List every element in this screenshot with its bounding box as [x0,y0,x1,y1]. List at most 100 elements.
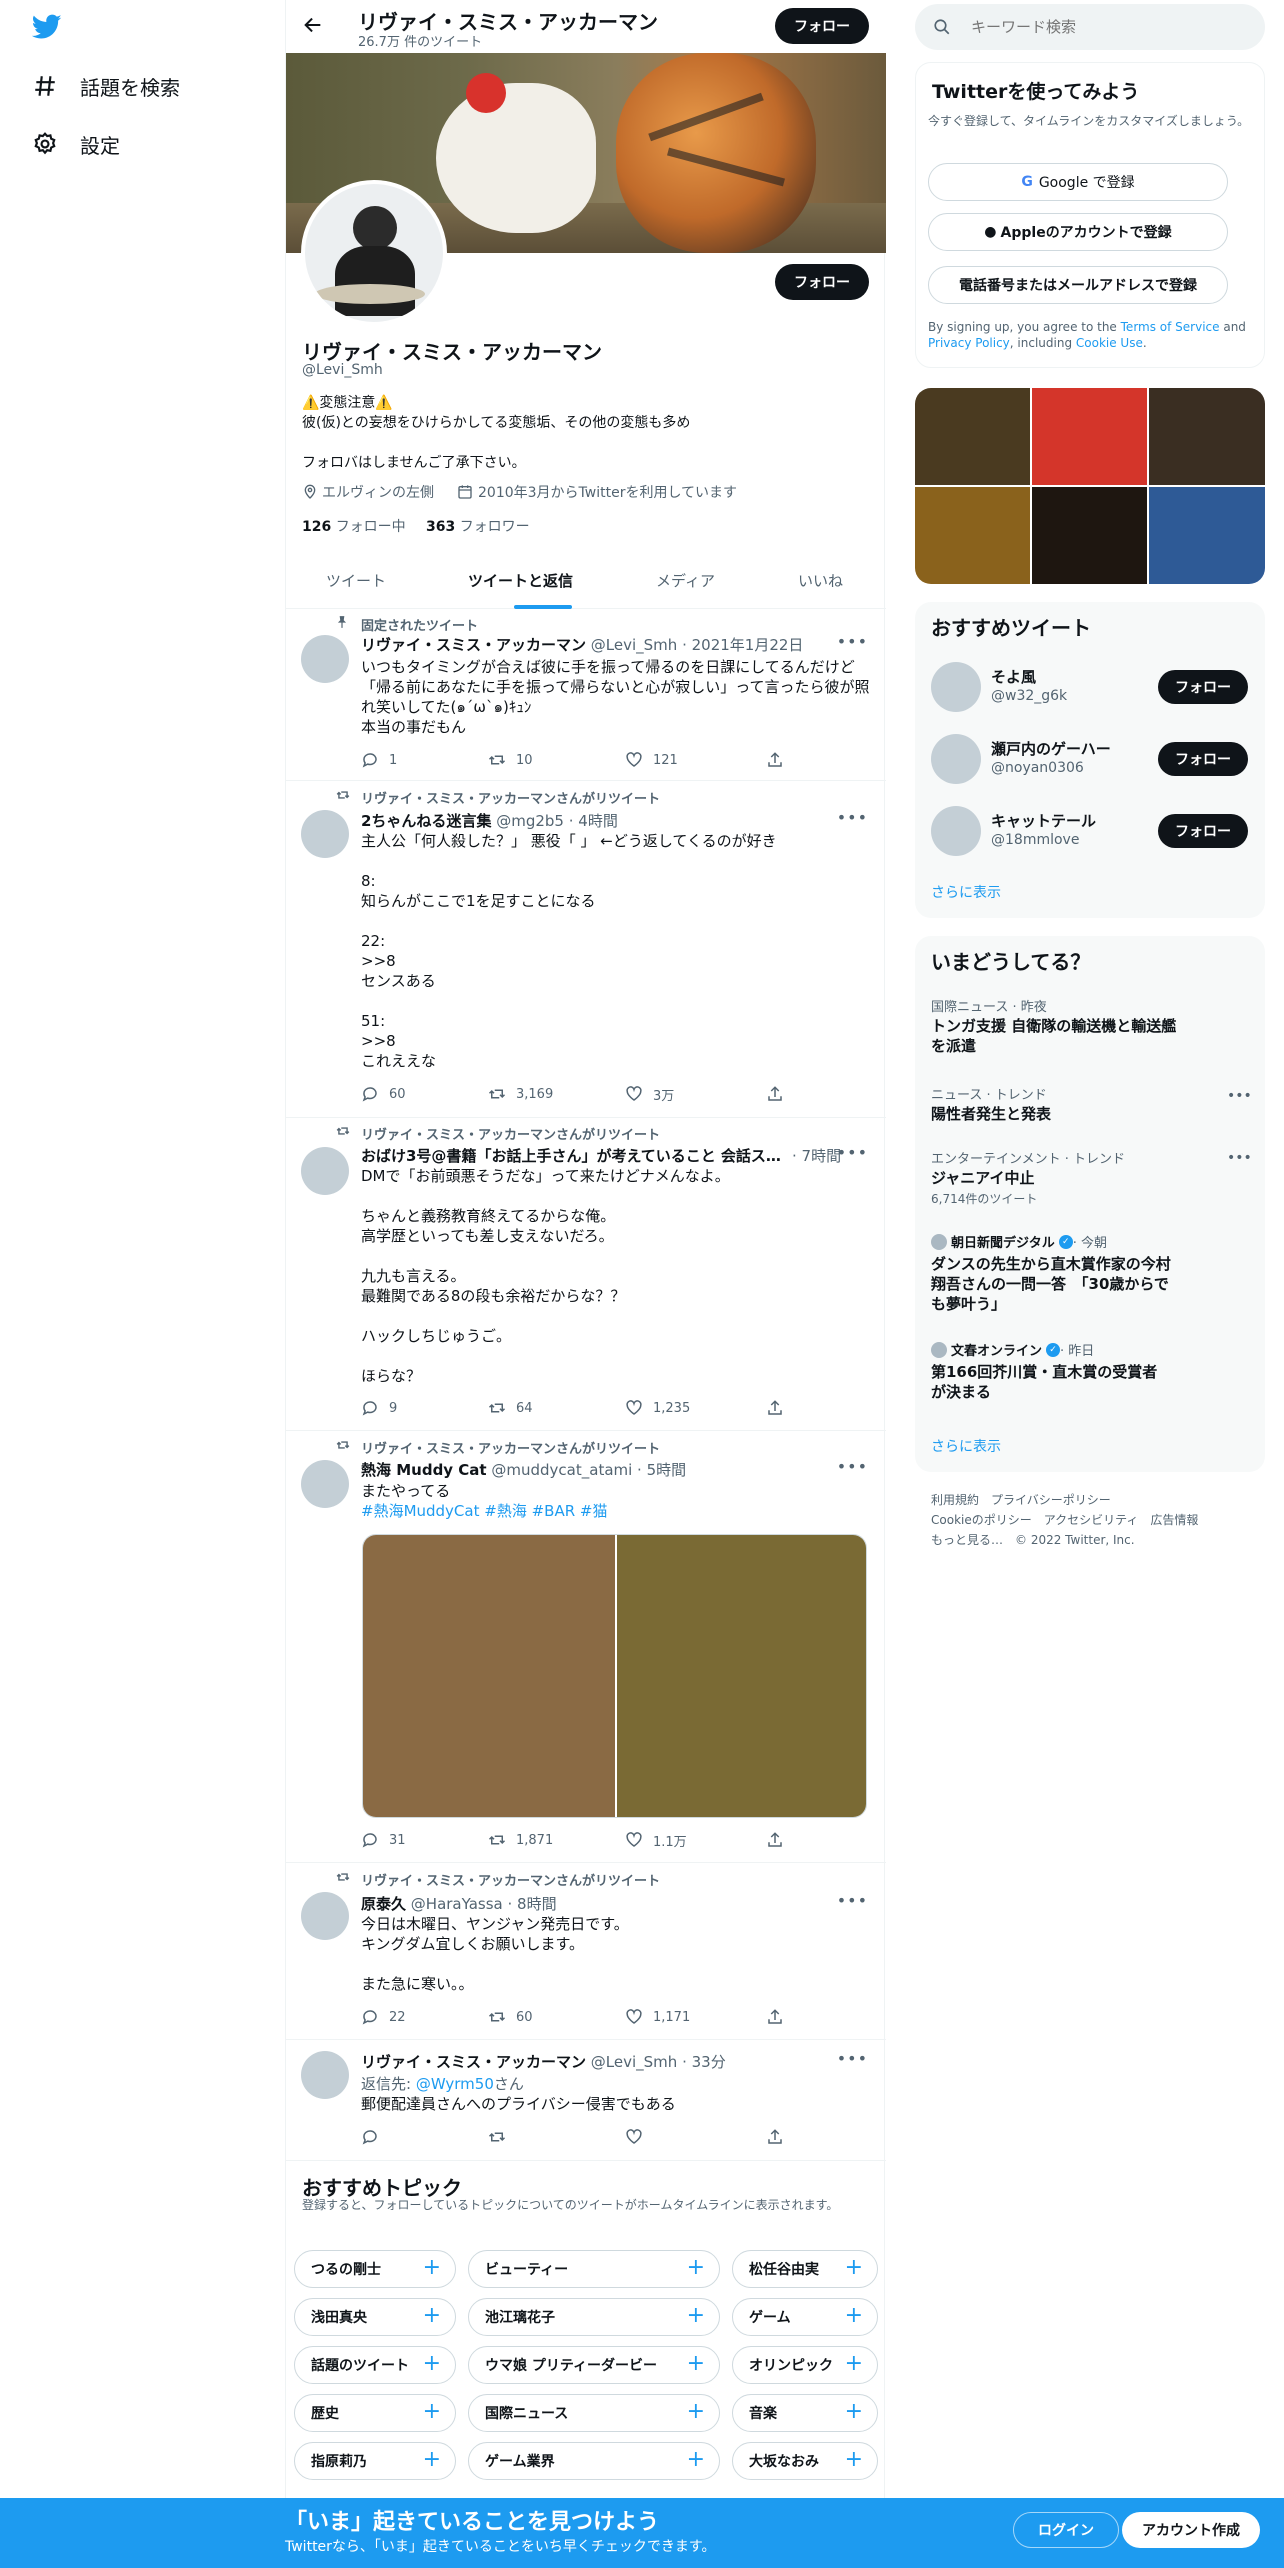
topic-chip[interactable]: 松任谷由実 + [732,2250,878,2288]
more-options-icon[interactable]: ••• [837,808,868,827]
nav-settings[interactable]: 設定 [32,124,120,164]
google-signup-button[interactable]: G Google で登録 [928,163,1228,201]
tweet-meta[interactable]: @Levi_Smh · 33分 [591,2053,726,2071]
topic-chip[interactable]: 指原莉乃 + [294,2442,456,2480]
tweet-item[interactable]: リヴァイ・スミス・アッカーマンさんがリツイート 熱海 Muddy Cat @mu… [286,1432,886,1863]
topic-chip[interactable]: ビューティー + [468,2250,720,2288]
media-thumbnail[interactable] [1149,487,1265,584]
avatar[interactable] [301,2051,349,2099]
retweet-button[interactable] [488,2127,516,2147]
reply-button[interactable]: 31 [361,1830,406,1850]
nav-explore[interactable]: 話題を検索 [32,66,180,106]
media-thumbnail[interactable] [915,487,1030,584]
like-button[interactable] [625,2127,653,2147]
like-button[interactable]: 1,171 [625,2007,690,2027]
trend-item[interactable]: 第166回芥川賞・直木賞の受賞者が決まる [931,1362,1171,1402]
like-button[interactable]: 3万 [625,1084,674,1104]
topic-chip[interactable]: 話題のツイート + [294,2346,456,2384]
profile-avatar[interactable] [301,180,447,326]
media-thumbnail[interactable] [1149,388,1265,485]
share-button[interactable] [766,1830,794,1850]
tweet-item[interactable]: 固定されたツイート リヴァイ・スミス・アッカーマン @Levi_Smh · 20… [286,610,886,781]
recommended-user-name[interactable]: 瀬戸内のゲーハー [991,738,1111,759]
search-box[interactable] [915,4,1265,50]
privacy-link[interactable]: Privacy Policy [928,336,1010,350]
avatar[interactable] [931,734,981,784]
cookie-link[interactable]: Cookie Use [1076,336,1143,350]
tweet-media[interactable] [362,1534,867,1818]
trend-item[interactable]: トンガ支援 自衛隊の輸送機と輸送艦を派遣 [931,1016,1181,1056]
reply-button[interactable]: 22 [361,2007,406,2027]
signup-button[interactable]: アカウント作成 [1122,2512,1260,2548]
tweet-hashtags[interactable]: #熱海MuddyCat #熱海 #BAR #猫 [361,1501,871,1521]
share-button[interactable] [766,1398,794,1418]
tab-tweets-replies[interactable]: ツイートと返信 [468,570,573,591]
tweet-meta[interactable]: @HaraYassa · 8時間 [411,1895,557,1913]
search-input[interactable] [971,16,1241,38]
recommended-user-name[interactable]: キャットテール [991,810,1096,831]
topic-chip[interactable]: ゲーム業界 + [468,2442,720,2480]
tweet-meta[interactable]: @muddycat_atami · 5時間 [491,1461,686,1479]
tweet-item[interactable]: リヴァイ・スミス・アッカーマンさんがリツイート おばけ3号@書籍「お話上手さん」… [286,1119,886,1431]
share-button[interactable] [766,750,794,770]
more-options-icon[interactable]: ••• [1227,1150,1252,1166]
tweet-meta[interactable]: · 7時間 [792,1145,841,1166]
reply-to-link[interactable]: @Wyrm50 [416,2075,494,2093]
retweet-button[interactable]: 64 [488,1398,533,1418]
media-thumbnail[interactable] [1032,388,1147,485]
like-button[interactable]: 1.1万 [625,1830,687,1850]
tab-media[interactable]: メディア [656,570,715,591]
follow-button[interactable]: フォロー [1158,670,1248,704]
follow-button[interactable]: フォロー [1158,742,1248,776]
follow-button[interactable]: フォロー [1158,814,1248,848]
phone-email-signup-button[interactable]: 電話番号またはメールアドレスで登録 [928,266,1228,304]
apple-signup-button[interactable]: ● Appleのアカウントで登録 [928,213,1228,251]
terms-link[interactable]: Terms of Service [1121,320,1220,334]
topic-chip[interactable]: つるの剛士 + [294,2250,456,2288]
twitter-logo-icon[interactable] [31,14,62,44]
share-button[interactable] [766,1084,794,1104]
avatar[interactable] [301,635,349,683]
header-follow-button[interactable]: フォロー [775,8,869,44]
media-thumbnail[interactable] [915,388,1030,485]
share-button[interactable] [766,2007,794,2027]
avatar[interactable] [931,662,981,712]
topic-chip[interactable]: 大坂なおみ + [732,2442,878,2480]
topic-chip[interactable]: ウマ娘 プリティーダービー + [468,2346,720,2384]
back-arrow-icon[interactable] [302,14,324,40]
like-button[interactable]: 121 [625,750,678,770]
reply-button[interactable] [361,2127,389,2147]
tweet-item[interactable]: リヴァイ・スミス・アッカーマンさんがリツイート 原泰久 @HaraYassa ·… [286,1864,886,2040]
following-link[interactable]: 126 フォロー中 [302,516,406,536]
avatar[interactable] [301,1147,349,1195]
avatar[interactable] [301,1460,349,1508]
tab-tweets[interactable]: ツイート [326,570,386,591]
recommended-user-name[interactable]: そよ風 [991,666,1036,687]
avatar[interactable] [931,806,981,856]
tab-likes[interactable]: いいね [798,570,843,591]
topic-chip[interactable]: 音楽 + [732,2394,878,2432]
avatar[interactable] [301,810,349,858]
more-options-icon[interactable]: ••• [837,2049,868,2068]
author-name[interactable]: 原泰久 [361,1895,406,1913]
topic-chip[interactable]: 国際ニュース + [468,2394,720,2432]
trend-item[interactable]: 陽性者発生と発表 [931,1104,1181,1124]
footer-links[interactable]: 利用規約 プライバシーポリシー Cookieのポリシー アクセシビリティ 広告情… [931,1490,1198,1550]
more-options-icon[interactable]: ••• [837,1457,868,1476]
show-more-link[interactable]: さらに表示 [931,882,1001,902]
author-name[interactable]: リヴァイ・スミス・アッカーマン [361,636,586,654]
topic-chip[interactable]: ゲーム + [732,2298,878,2336]
author-name[interactable]: リヴァイ・スミス・アッカーマン [361,2053,586,2071]
author-name[interactable]: 2ちゃんねる迷言集 [361,812,491,830]
retweet-button[interactable]: 10 [488,750,533,770]
author-name[interactable]: おばけ3号@書籍「お話上手さん」が考えていること 会話ス… [361,1147,781,1165]
share-button[interactable] [766,2127,794,2147]
more-options-icon[interactable]: ••• [1227,1088,1252,1104]
retweet-button[interactable]: 60 [488,2007,533,2027]
trend-item[interactable]: ダンスの先生から直木賞作家の今村翔吾さんの一問一答 「30歳からでも夢叶う」 [931,1254,1171,1314]
reply-button[interactable]: 9 [361,1398,397,1418]
author-name[interactable]: 熱海 Muddy Cat [361,1461,487,1479]
media-thumbnail[interactable] [1032,487,1147,584]
retweet-button[interactable]: 1,871 [488,1830,553,1850]
profile-follow-button[interactable]: フォロー [775,264,869,300]
